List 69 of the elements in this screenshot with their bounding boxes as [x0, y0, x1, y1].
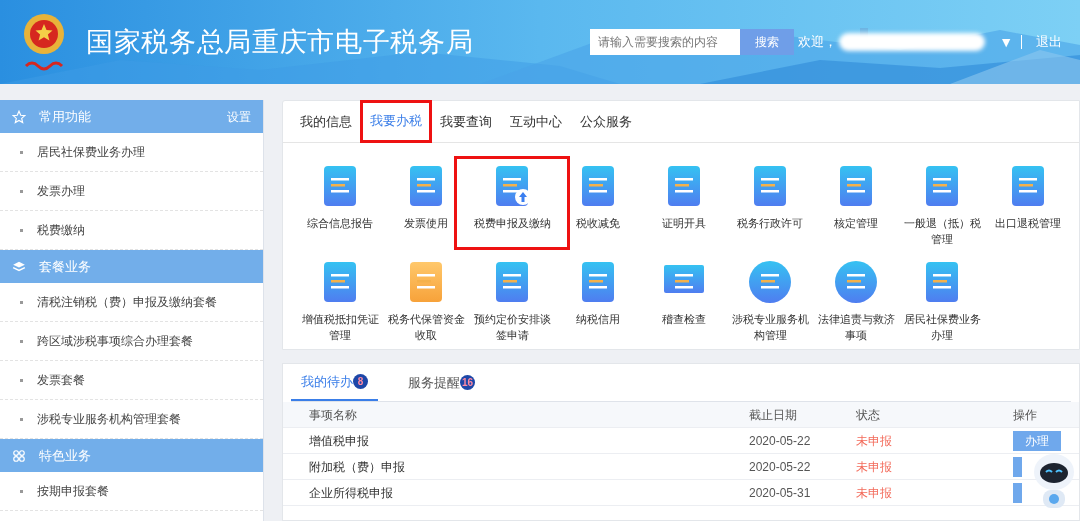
- sidebar-item[interactable]: 跨区域涉税事项综合办理套餐: [0, 322, 263, 361]
- column-header: 状态: [856, 406, 881, 424]
- sidebar-item[interactable]: 清税注销税（费）申报及缴纳套餐: [0, 283, 263, 322]
- service-label: 核定管理: [833, 216, 879, 231]
- table-cell-text: 2020-05-22: [749, 458, 812, 476]
- sidebar-item[interactable]: 按期申报套餐: [0, 472, 263, 511]
- service-tile[interactable]: 预约定价安排谈签申请: [469, 255, 555, 343]
- service-tile[interactable]: 证明开具: [641, 159, 727, 247]
- service-tile[interactable]: 增值税抵扣凭证管理: [297, 255, 383, 343]
- service-label: 综合信息报告: [306, 216, 374, 231]
- service-tile[interactable]: 涉税专业服务机构管理: [727, 255, 813, 343]
- service-tile[interactable]: 一般退（抵）税管理: [899, 159, 985, 247]
- status-text: 未申报: [856, 484, 893, 502]
- service-tile[interactable]: 纳税信用: [555, 255, 641, 343]
- grid-icon: [12, 448, 26, 463]
- table-cell-text: 2020-05-31: [749, 484, 812, 502]
- site-title: 国家税务总局重庆市电子税务局: [86, 25, 474, 59]
- service-tile[interactable]: 核定管理: [813, 159, 899, 247]
- service-label: 税务行政许可: [736, 216, 804, 231]
- count-badge: 16: [460, 375, 476, 390]
- star-icon: [12, 109, 26, 124]
- layers-icon: [12, 259, 26, 274]
- table-cell-text: 附加税（费）申报: [309, 458, 406, 476]
- service-label: 税务代保管资金收取: [386, 312, 466, 343]
- search-field[interactable]: 请输入需要搜索的内容: [590, 29, 741, 55]
- sidebar-item[interactable]: 居民社保费业务办理: [0, 133, 263, 172]
- welcome-text: 欢迎，: [798, 33, 838, 52]
- service-label: 法律追责与救济事项: [816, 312, 896, 343]
- service-tile[interactable]: 法律追责与救济事项: [813, 255, 899, 343]
- nav-tab[interactable]: 互动中心: [501, 101, 571, 142]
- status-text: 未申报: [856, 458, 893, 476]
- count-badge: 8: [353, 374, 368, 389]
- service-label: 涉税专业服务机构管理: [730, 312, 810, 343]
- section-title: 特色业务: [39, 446, 91, 465]
- service-label: 发票使用: [403, 216, 449, 231]
- nav-tab[interactable]: 我要查询: [431, 101, 501, 142]
- column-header: 事项名称: [309, 406, 358, 424]
- sidebar-item[interactable]: 发票套餐: [0, 361, 263, 400]
- section-title: 套餐业务: [39, 257, 91, 276]
- service-label: 增值税抵扣凭证管理: [300, 312, 380, 343]
- table-cell-text: 增值税申报: [309, 432, 370, 450]
- service-tile[interactable]: 税务代保管资金收取: [383, 255, 469, 343]
- service-tile[interactable]: 稽查检查: [641, 255, 727, 343]
- nav-tab[interactable]: 我的信息: [291, 101, 361, 142]
- button-edge[interactable]: [1013, 482, 1022, 503]
- service-label: 居民社保费业务办理: [902, 312, 982, 343]
- status-text: 未申报: [856, 432, 893, 450]
- button-edge[interactable]: [1013, 456, 1022, 477]
- service-tile[interactable]: 出口退税管理: [985, 159, 1071, 247]
- service-label: 预约定价安排谈签申请: [472, 312, 552, 343]
- column-header: 截止日期: [749, 406, 798, 424]
- service-tile[interactable]: 综合信息报告: [297, 159, 383, 247]
- service-label: 稽查检查: [661, 312, 707, 327]
- table-cell-text: 企业所得税申报: [309, 484, 394, 502]
- service-tile[interactable]: 税务行政许可: [727, 159, 813, 247]
- service-label: 证明开具: [661, 216, 707, 231]
- table-cell-text: 2020-05-22: [749, 432, 812, 450]
- service-tile[interactable]: 居民社保费业务办理: [899, 255, 985, 343]
- service-label: 纳税信用: [575, 312, 621, 327]
- nav-tab[interactable]: 公众服务: [571, 101, 641, 142]
- sidebar-item[interactable]: 发票办理: [0, 172, 263, 211]
- section-title: 常用功能: [39, 107, 91, 126]
- column-header: 操作: [1013, 406, 1038, 424]
- service-label: 一般退（抵）税管理: [902, 216, 982, 247]
- nav-tab[interactable]: 我要办税: [361, 101, 431, 142]
- service-label: 出口退税管理: [994, 216, 1062, 231]
- service-label: 税收减免: [575, 216, 621, 231]
- todo-tab[interactable]: 服务提醒 16: [398, 364, 486, 401]
- service-label: 税费申报及缴纳: [472, 216, 552, 231]
